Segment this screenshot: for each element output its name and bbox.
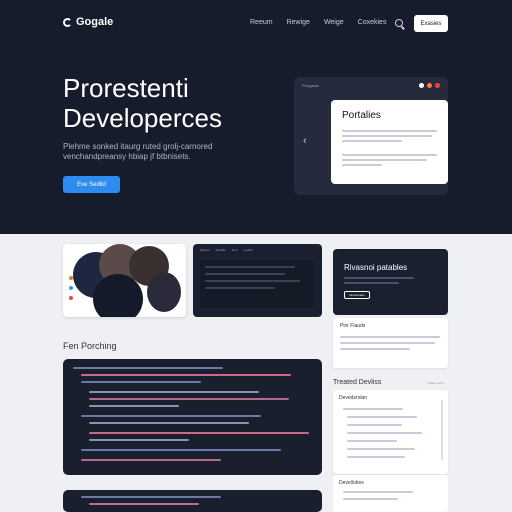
list-item[interactable] — [205, 280, 300, 282]
sidebar-meta[interactable]: Treaks ansh — [427, 381, 443, 385]
card-text-line — [342, 135, 432, 137]
feature-button[interactable]: Nrotemaleo — [344, 291, 370, 299]
avatar — [69, 286, 73, 290]
list-item[interactable] — [205, 273, 285, 275]
avatar — [69, 276, 73, 280]
card-text-line — [342, 130, 437, 132]
section-title: Fen Porching — [63, 341, 117, 351]
top-navbar: Gogale Reeum Rewige Weige Coxekies Exasi… — [0, 0, 512, 48]
feature-text-line — [344, 282, 399, 284]
sidebar-panel2-title: Devellobes — [339, 480, 364, 486]
showcase-card-title: Portalies — [342, 110, 381, 121]
scrollbar[interactable] — [441, 400, 443, 460]
panel-list — [200, 260, 314, 308]
list-item[interactable] — [343, 491, 413, 493]
list-item[interactable] — [343, 498, 398, 500]
tabbed-panel: Mescof Dexidle Iomi Lopliss — [193, 244, 322, 317]
code-editor — [63, 359, 322, 475]
avatar — [69, 296, 73, 300]
brand-name: Gogale — [76, 16, 114, 28]
search-icon[interactable] — [395, 19, 403, 27]
code-line — [89, 398, 289, 400]
card-text-line — [342, 140, 402, 142]
code-line — [81, 381, 201, 383]
card-text-line — [342, 159, 427, 161]
collage-photo — [93, 274, 143, 317]
sidebar-panel-secondary: Devellobes — [333, 475, 448, 512]
panel-tab[interactable]: Iomi — [232, 248, 238, 252]
panel-tabs: Mescof Dexidle Iomi Lopliss — [200, 248, 253, 252]
panel-tab[interactable]: Mescof — [200, 248, 210, 252]
hero-title: Prorestenti Developerces — [63, 73, 222, 133]
code-line — [89, 432, 309, 434]
card-text-line — [342, 164, 382, 166]
window-dot-1[interactable] — [419, 83, 424, 88]
info-text-line — [340, 342, 435, 344]
panel-tab[interactable]: Dexidle — [216, 248, 226, 252]
nav-link-2[interactable]: Rewige — [287, 19, 310, 26]
list-item[interactable] — [347, 440, 397, 442]
hero-subtitle: Plehme sonked itaurg ruted grolj-carnore… — [63, 142, 213, 161]
showcase-window: Proqpsas ‹ Portalies — [294, 77, 448, 195]
showcase-card[interactable]: Portalies — [331, 100, 448, 184]
info-text-line — [340, 348, 410, 350]
window-dot-3[interactable] — [435, 83, 440, 88]
nav-button[interactable]: Exasies — [414, 15, 448, 32]
info-text-line — [340, 336, 440, 338]
sidebar-panel-title: Devedsrolan — [339, 395, 368, 401]
nav-link-1[interactable]: Reeum — [250, 19, 273, 26]
list-item[interactable] — [347, 416, 417, 418]
list-item[interactable] — [347, 424, 402, 426]
list-item[interactable] — [205, 287, 275, 289]
hero-title-line1: Prorestenti — [63, 73, 189, 103]
code-line — [81, 459, 221, 461]
feature-title: Rivasnoi patables — [344, 263, 408, 272]
card-text-line — [342, 154, 437, 156]
image-collage-card[interactable] — [63, 244, 186, 317]
logo-icon — [63, 17, 72, 27]
hero-title-line2: Developerces — [63, 103, 222, 133]
showcase-label: Proqpsas — [302, 83, 319, 88]
collage-photo — [147, 272, 181, 312]
list-item[interactable] — [347, 432, 422, 434]
code-line — [89, 391, 259, 393]
code-line — [81, 415, 261, 417]
chevron-left-icon[interactable]: ‹ — [303, 135, 307, 147]
brand-logo[interactable]: Gogale — [63, 16, 113, 28]
hero-section: Gogale Reeum Rewige Weige Coxekies Exasi… — [0, 0, 512, 234]
list-item[interactable] — [343, 408, 403, 410]
nav-link-3[interactable]: Weige — [324, 19, 344, 26]
feature-text-line — [344, 277, 414, 279]
code-editor-secondary — [63, 490, 322, 512]
feature-card: Rivasnoi patables Nrotemaleo — [333, 249, 448, 315]
code-line — [89, 503, 199, 505]
list-item[interactable] — [205, 266, 295, 268]
code-line — [81, 449, 281, 451]
nav-links: Reeum Rewige Weige Coxekies — [250, 19, 386, 26]
code-line — [81, 496, 221, 498]
code-line — [89, 422, 249, 424]
sidebar-panel: Devedsrolan — [333, 390, 448, 474]
window-controls — [419, 83, 440, 88]
nav-link-4[interactable]: Coxekies — [358, 19, 387, 26]
panel-tab[interactable]: Lopliss — [243, 248, 252, 252]
code-line — [73, 367, 223, 369]
info-card-title: Pior Flauds — [340, 323, 366, 329]
info-card: Pior Flauds — [333, 318, 448, 368]
code-line — [89, 439, 189, 441]
code-line — [81, 374, 291, 376]
code-line — [89, 405, 179, 407]
cta-button[interactable]: Eve Sedlid — [63, 176, 120, 193]
window-dot-2[interactable] — [427, 83, 432, 88]
list-item[interactable] — [347, 456, 405, 458]
list-item[interactable] — [347, 448, 415, 450]
sidebar-title: Treated Devliss — [333, 379, 382, 386]
